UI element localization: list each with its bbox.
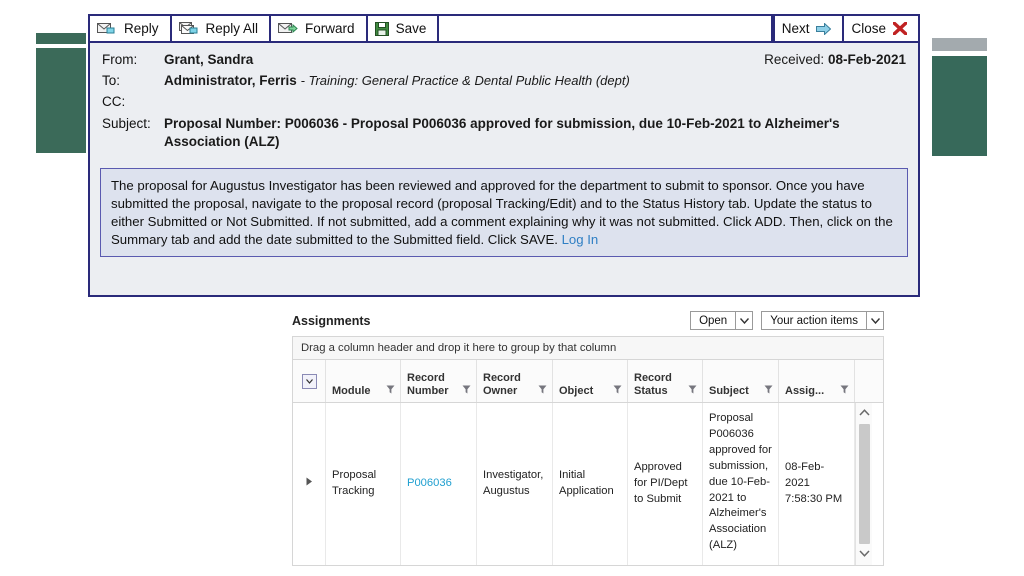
received-field: Received: 08-Feb-2021 bbox=[750, 52, 906, 67]
filter-icon[interactable] bbox=[538, 385, 547, 397]
from-label: From: bbox=[102, 52, 138, 67]
floppy-disk-icon bbox=[374, 21, 389, 36]
next-arrow-icon bbox=[816, 22, 832, 35]
column-header-subject-label: Subject bbox=[709, 384, 749, 397]
cell-subject: Proposal P006036 approved for submission… bbox=[703, 403, 779, 565]
decorative-right-bar bbox=[932, 38, 987, 51]
to-row: To: Administrator, Ferris - Training: Ge… bbox=[90, 70, 918, 91]
to-department: - Training: General Practice & Dental Pu… bbox=[300, 73, 630, 88]
column-header-assigned[interactable]: Assig... bbox=[779, 360, 855, 402]
reply-all-button[interactable]: Reply All bbox=[171, 16, 272, 41]
cell-record-owner: Investigator, Augustus bbox=[477, 403, 553, 565]
scope-filter-dropdown[interactable]: Your action items bbox=[761, 311, 884, 330]
cell-assigned: 08-Feb-2021 7:58:30 PM bbox=[779, 403, 855, 565]
decorative-right-block bbox=[932, 56, 987, 156]
cc-label: CC: bbox=[102, 94, 126, 109]
column-header-record-number[interactable]: Record Number bbox=[401, 360, 477, 402]
next-button[interactable]: Next bbox=[772, 16, 843, 41]
column-header-assigned-label: Assig... bbox=[785, 384, 825, 397]
forward-envelope-icon bbox=[278, 22, 298, 35]
reply-envelope-icon bbox=[97, 22, 117, 35]
close-button-label: Close bbox=[851, 21, 886, 36]
filter-icon[interactable] bbox=[840, 385, 849, 397]
status-filter-value: Open bbox=[699, 314, 728, 327]
cell-module: Proposal Tracking bbox=[326, 403, 401, 565]
scope-filter-value: Your action items bbox=[770, 314, 858, 327]
column-header-record-number-label: Record Number bbox=[407, 372, 449, 397]
close-button[interactable]: Close bbox=[842, 16, 918, 41]
filter-icon[interactable] bbox=[688, 385, 697, 397]
row-expander[interactable] bbox=[293, 403, 326, 565]
column-header-object-label: Object bbox=[559, 384, 594, 397]
screen: Reply Reply All Forward Save Next Close … bbox=[0, 0, 1024, 576]
status-filter-dropdown[interactable]: Open bbox=[690, 311, 754, 330]
assignments-filters: Open Your action items bbox=[690, 311, 884, 330]
column-header-record-owner[interactable]: Record Owner bbox=[477, 360, 553, 402]
cell-object: Initial Application bbox=[553, 403, 628, 565]
received-date: 08-Feb-2021 bbox=[827, 52, 906, 67]
save-button-label: Save bbox=[395, 21, 427, 36]
from-row: From: Grant, Sandra Received: 08-Feb-202… bbox=[90, 49, 918, 70]
subject-label: Subject: bbox=[102, 116, 151, 131]
forward-button-label: Forward bbox=[305, 21, 355, 36]
to-label: To: bbox=[102, 73, 121, 88]
scroll-up-icon[interactable] bbox=[858, 406, 870, 421]
assignments-title: Assignments bbox=[292, 313, 371, 328]
column-header-module-label: Module bbox=[332, 384, 371, 397]
grid-vertical-scrollbar[interactable] bbox=[855, 403, 872, 565]
scrollbar-thumb[interactable] bbox=[858, 424, 870, 544]
scroll-down-icon[interactable] bbox=[858, 547, 870, 562]
reply-all-button-label: Reply All bbox=[205, 21, 259, 36]
email-body-text: The proposal for Augustus Investigator h… bbox=[111, 178, 893, 248]
column-header-subject[interactable]: Subject bbox=[703, 360, 779, 402]
next-button-label: Next bbox=[781, 21, 810, 36]
record-number-link[interactable]: P006036 bbox=[407, 476, 452, 492]
reply-button-label: Reply bbox=[124, 21, 159, 36]
subject-row: Subject: Proposal Number: P006036 - Prop… bbox=[90, 112, 918, 154]
reply-all-envelope-icon bbox=[178, 22, 199, 35]
filter-icon[interactable] bbox=[386, 385, 395, 397]
cc-row: CC: bbox=[90, 91, 918, 112]
grid-header-row: Module Record Number Record Owner Object… bbox=[293, 360, 883, 403]
from-value: Grant, Sandra bbox=[164, 52, 750, 67]
assignments-grid: Module Record Number Record Owner Object… bbox=[292, 360, 884, 566]
table-row[interactable]: Proposal Tracking P006036 Investigator, … bbox=[293, 403, 883, 565]
email-body: The proposal for Augustus Investigator h… bbox=[100, 168, 908, 257]
email-toolbar: Reply Reply All Forward Save Next Close bbox=[90, 16, 918, 43]
log-in-link[interactable]: Log In bbox=[562, 231, 599, 249]
assignments-panel: Assignments Open Your action items Drag … bbox=[288, 303, 888, 576]
received-label: Received: bbox=[764, 52, 825, 67]
decorative-left-bar bbox=[36, 33, 86, 44]
column-header-record-status-label: Record Status bbox=[634, 372, 672, 397]
column-header-record-owner-label: Record Owner bbox=[483, 372, 521, 397]
email-header-fields: From: Grant, Sandra Received: 08-Feb-202… bbox=[90, 43, 918, 161]
filter-icon[interactable] bbox=[613, 385, 622, 397]
column-header-object[interactable]: Object bbox=[553, 360, 628, 402]
expand-triangle-icon bbox=[306, 476, 313, 492]
column-header-record-status[interactable]: Record Status bbox=[628, 360, 703, 402]
grid-header-scroll-spacer bbox=[855, 360, 872, 402]
toolbar-spacer bbox=[439, 16, 773, 41]
column-header-select-all[interactable] bbox=[293, 360, 326, 402]
select-all-checkbox[interactable] bbox=[302, 373, 317, 389]
group-by-dropzone[interactable]: Drag a column header and drop it here to… bbox=[292, 336, 884, 360]
forward-button[interactable]: Forward bbox=[271, 16, 368, 41]
subject-value: Proposal Number: P006036 - Proposal P006… bbox=[164, 116, 840, 150]
email-message-window: Reply Reply All Forward Save Next Close … bbox=[88, 14, 920, 297]
filter-icon[interactable] bbox=[462, 385, 471, 397]
to-value: Administrator, Ferris - Training: Genera… bbox=[164, 73, 906, 88]
filter-icon[interactable] bbox=[764, 385, 773, 397]
from-sender-name: Grant, Sandra bbox=[164, 52, 254, 67]
chevron-down-icon bbox=[866, 312, 883, 329]
column-header-module[interactable]: Module bbox=[326, 360, 401, 402]
close-x-icon bbox=[893, 22, 907, 35]
cell-record-number[interactable]: P006036 bbox=[401, 403, 477, 565]
assignments-header: Assignments Open Your action items bbox=[288, 303, 888, 336]
decorative-left-block bbox=[36, 48, 86, 153]
reply-button[interactable]: Reply bbox=[90, 16, 172, 41]
chevron-down-icon bbox=[735, 312, 753, 329]
cell-record-status: Approved for PI/Dept to Submit bbox=[628, 403, 703, 565]
to-recipient-name: Administrator, Ferris bbox=[164, 73, 297, 88]
save-button[interactable]: Save bbox=[367, 16, 440, 41]
